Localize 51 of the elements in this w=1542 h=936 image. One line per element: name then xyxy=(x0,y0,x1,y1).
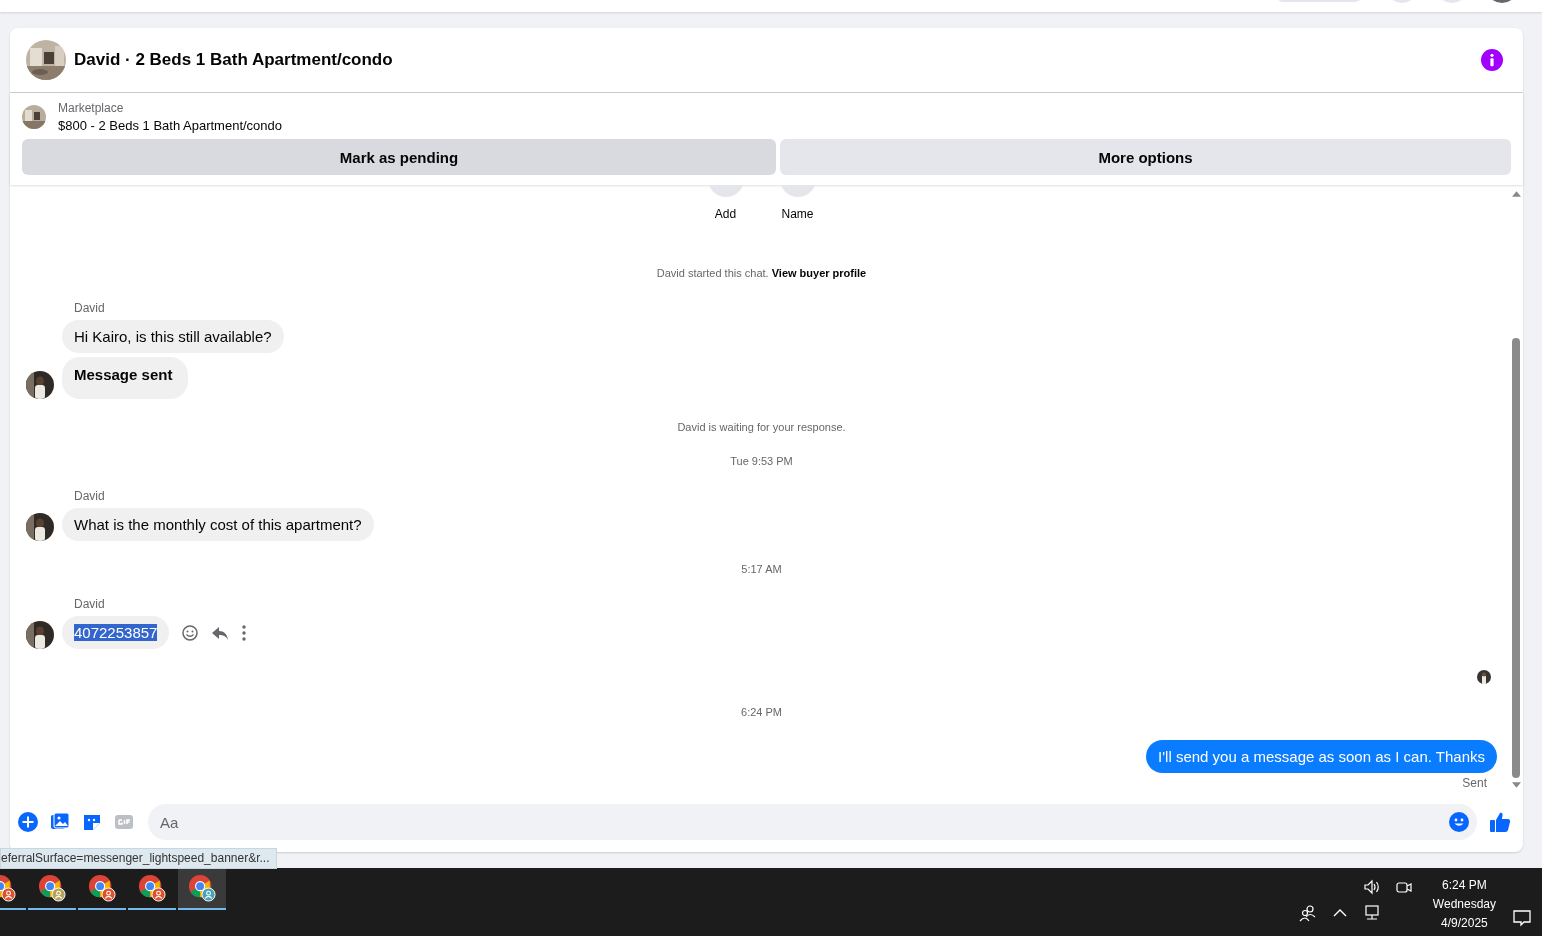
quick-action-label[interactable]: Add xyxy=(714,207,737,221)
listing-source: Marketplace xyxy=(58,101,125,115)
browser-icon xyxy=(88,874,116,902)
listing-action-button[interactable]: More options xyxy=(780,139,1511,175)
timestamp: Tue 9:53 PM xyxy=(730,455,793,467)
taskbar-app-button[interactable] xyxy=(178,868,226,910)
notification-icon[interactable] xyxy=(1512,908,1532,928)
link-preview-url: eferralSurface=messenger_lightspeed_banner&r... xyxy=(0,848,277,869)
sender-avatar[interactable] xyxy=(26,371,54,399)
buyer-profile-link[interactable]: View buyer profile xyxy=(771,267,867,279)
more-icon[interactable] xyxy=(241,623,248,642)
volume-icon[interactable] xyxy=(1362,878,1381,896)
photo-icon[interactable] xyxy=(50,812,70,832)
react-icon[interactable] xyxy=(181,623,200,642)
message-bubble: 4072253857 xyxy=(62,616,170,649)
sender-name: David xyxy=(74,301,106,315)
system-message: David started this chat. View buyer profile xyxy=(656,267,867,279)
clock-time[interactable]: 6:24 PM xyxy=(1442,878,1487,892)
seen-avatar xyxy=(1477,670,1491,684)
clock-day[interactable]: Wednesday xyxy=(1432,897,1496,911)
message-input[interactable]: Aa xyxy=(148,804,1477,840)
listing-action-button[interactable]: Mark as pending xyxy=(22,139,776,175)
people-icon[interactable] xyxy=(1298,904,1317,922)
sender-name: David xyxy=(74,489,106,503)
thumbs-up-icon[interactable] xyxy=(1489,811,1511,833)
network-icon[interactable] xyxy=(1362,904,1381,922)
timestamp: 5:17 AM xyxy=(741,563,782,575)
plus-icon[interactable] xyxy=(18,812,38,832)
scrollbar-thumb[interactable] xyxy=(1512,338,1520,778)
sticker-icon[interactable] xyxy=(82,812,102,832)
scroll-down-icon[interactable] xyxy=(1511,782,1521,788)
sender-avatar[interactable] xyxy=(26,621,54,649)
message-bubble: What is the monthly cost of this apartment? xyxy=(62,508,374,541)
quick-action-label[interactable]: Name xyxy=(781,207,814,221)
sender-avatar[interactable] xyxy=(26,513,54,541)
clock-date[interactable]: 4/9/2025 xyxy=(1441,916,1488,930)
browser-icon xyxy=(138,874,166,902)
delivery-status: Sent xyxy=(1462,776,1487,790)
browser-icon xyxy=(188,874,216,902)
message-bubble: I'll send you a message as soon as I can. Thanks xyxy=(1146,740,1497,773)
message-bubble: Hi Kairo, is this still available? xyxy=(62,320,284,353)
browser-icon xyxy=(38,874,66,902)
sender-name: David xyxy=(74,597,106,611)
info-icon[interactable] xyxy=(1481,49,1503,71)
timestamp: 6:24 PM xyxy=(741,706,782,718)
listing-title: $800 - 2 Beds 1 Bath Apartment/condo xyxy=(58,118,283,133)
message-bubble: Message sent xyxy=(62,357,189,399)
system-message: David is waiting for your response. xyxy=(677,421,846,433)
scroll-up-icon[interactable] xyxy=(1511,191,1521,197)
emoji-icon[interactable] xyxy=(1449,812,1469,832)
conversation-title: David · 2 Beds 1 Bath Apartment/condo xyxy=(74,50,394,70)
